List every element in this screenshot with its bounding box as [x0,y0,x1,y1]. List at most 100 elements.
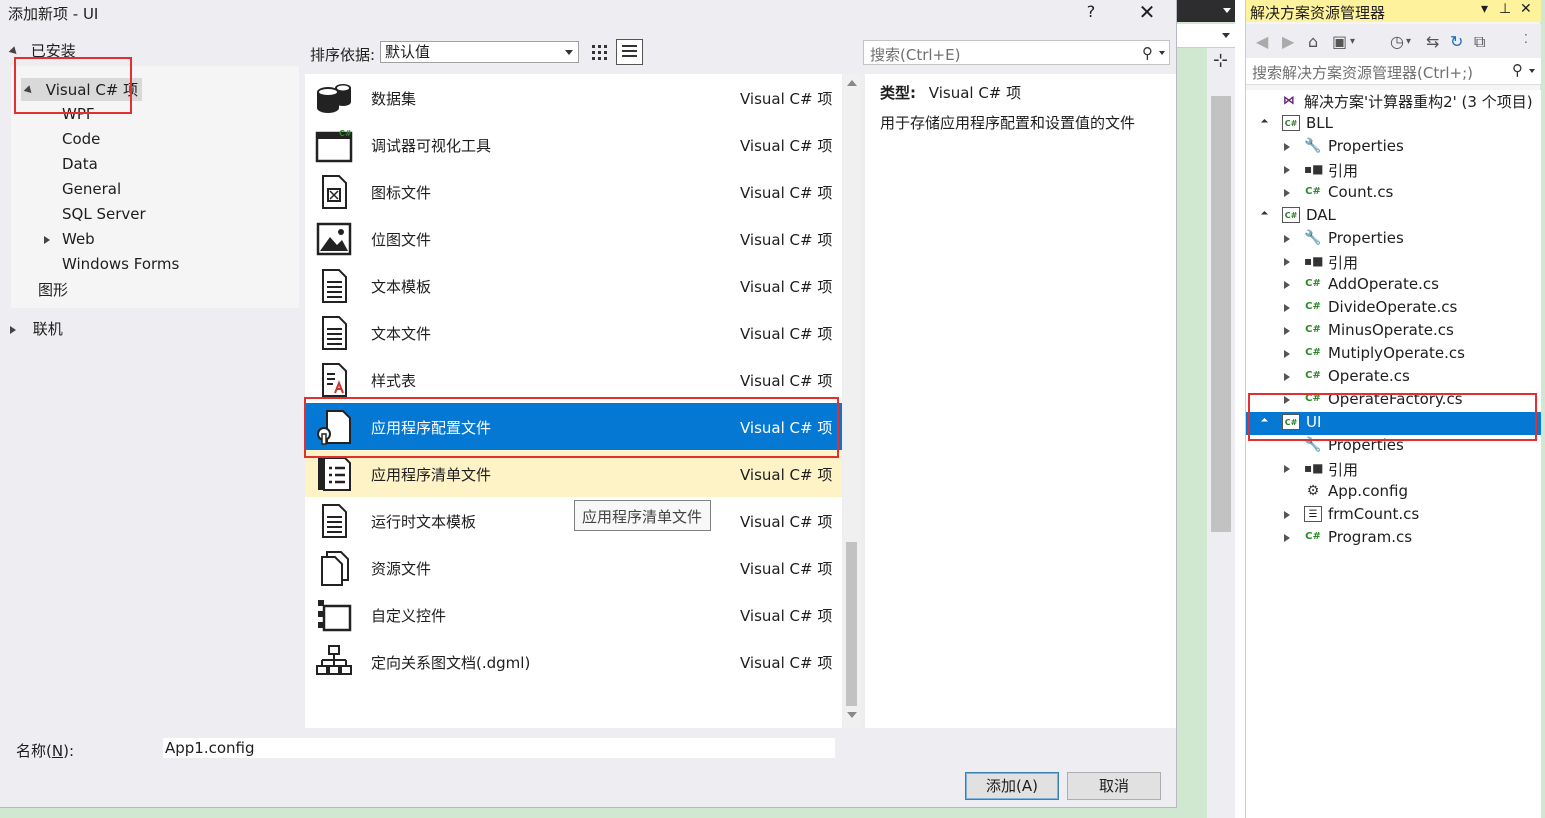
pending-changes-icon[interactable]: ◷ [1390,32,1404,51]
tree-node[interactable]: ▪■ 引用 [1246,251,1541,274]
search-icon[interactable]: ⚲ [1512,61,1523,79]
scroll-up-icon[interactable] [847,80,857,86]
list-item-dgml[interactable]: 定向关系图文档(.dgml) Visual C# 项 [305,638,842,685]
list-item-text-file[interactable]: 文本文件 Visual C# 项 [305,309,842,356]
expand-arrow-icon[interactable] [23,85,35,96]
list-item-dataset[interactable]: 数据集 Visual C# 项 [305,74,842,121]
pane-divider[interactable] [1235,0,1245,818]
scroll-down-icon[interactable] [847,712,857,718]
expand-arrow-icon[interactable] [8,46,20,57]
tree-item-code[interactable]: Code [62,130,100,148]
refresh-icon[interactable]: ↻ [1450,32,1463,51]
tree-item-online[interactable]: 联机 [10,318,63,339]
tree-node[interactable]: ☰ frmCount.cs [1246,504,1541,527]
collapse-arrow-icon[interactable] [1260,210,1269,219]
forward-icon[interactable]: ▶ [1282,32,1294,51]
list-item-debugger-visualizer[interactable]: C# 调试器可视化工具 Visual C# 项 [305,121,842,168]
template-list-scrollbar[interactable] [843,74,861,728]
expand-arrow-icon[interactable] [1284,304,1290,312]
tree-item-graphics[interactable]: 图形 [38,279,68,300]
more-icon[interactable]: ⁚ [1524,32,1528,46]
list-view-button[interactable] [616,39,643,65]
list-item-custom-control[interactable]: 自定义控件 Visual C# 项 [305,591,842,638]
collapse-arrow-icon[interactable] [1260,118,1269,127]
template-search-input[interactable]: 搜索(Ctrl+E) ⚲ [863,40,1170,65]
expand-arrow-icon[interactable] [1284,350,1290,358]
expand-arrow-icon[interactable] [1284,465,1290,473]
tree-node[interactable]: ⋈ 解决方案'计算器重构2' (3 个项目) [1246,90,1541,113]
expand-arrow-icon[interactable] [1284,166,1290,174]
grid-view-button[interactable] [588,41,610,63]
chevron-down-icon[interactable] [1222,33,1230,38]
tree-item-wpf[interactable]: WPF [62,105,95,123]
name-field[interactable] [163,738,835,758]
list-item-icon-file[interactable]: 图标文件 Visual C# 项 [305,168,842,215]
expand-arrow-icon[interactable] [1284,327,1290,335]
expand-arrow-icon[interactable] [1284,235,1290,243]
tree-node[interactable]: ▪■ 引用 [1246,159,1541,182]
tree-node[interactable]: C# AddOperate.cs [1246,274,1541,297]
tree-node[interactable]: C# DAL [1246,205,1541,228]
home-icon[interactable]: ⌂ [1308,32,1318,51]
tree-node[interactable]: C# Operate.cs [1246,366,1541,389]
list-item-text-template[interactable]: 文本模板 Visual C# 项 [305,262,842,309]
expand-arrow-icon[interactable] [1284,143,1290,151]
list-item-stylesheet[interactable]: 样式表 Visual C# 项 [305,356,842,403]
list-item-app-config[interactable]: 应用程序配置文件 Visual C# 项 [305,403,842,450]
split-icon[interactable]: ⊹ [1213,50,1228,71]
pin-icon[interactable]: ⊥ [1499,1,1511,17]
back-icon[interactable]: ◀ [1256,32,1268,51]
tree-node[interactable]: 🔧 Properties [1246,228,1541,251]
tree-item-visual-csharp[interactable]: Visual C# 项 [21,78,143,101]
tree-node[interactable]: 🔧 Properties [1246,435,1541,458]
window-menu-icon[interactable]: ▾ [1481,1,1488,17]
expand-arrow-icon[interactable] [1284,281,1290,289]
solution-search-input[interactable]: 搜索解决方案资源管理器(Ctrl+;) ⚲ [1246,58,1541,85]
cancel-button[interactable]: 取消 [1067,772,1161,800]
member-dropdown[interactable] [1177,24,1235,48]
expand-arrow-icon[interactable] [1284,189,1290,197]
chevron-down-icon[interactable] [1529,69,1535,73]
list-item-app-manifest[interactable]: 应用程序清单文件 Visual C# 项 [305,450,842,497]
tree-node[interactable]: 🔧 Properties [1246,136,1541,159]
sort-dropdown[interactable]: 默认值 [380,41,579,63]
expand-arrow-icon[interactable] [1284,396,1290,404]
help-button[interactable]: ? [1082,2,1100,21]
expand-arrow-icon[interactable] [44,236,50,244]
tree-item-data[interactable]: Data [62,155,98,173]
close-icon[interactable]: ✕ [1520,1,1532,17]
tree-item-windows-forms[interactable]: Windows Forms [62,255,179,273]
editor-scrollbar[interactable]: ⊹ [1207,48,1235,818]
expand-arrow-icon[interactable] [10,325,16,334]
expand-arrow-icon[interactable] [1284,511,1290,519]
expand-arrow-icon[interactable] [1284,373,1290,381]
tree-node[interactable]: C# MinusOperate.cs [1246,320,1541,343]
sync-icon[interactable]: ⇆ [1426,32,1439,51]
tree-node[interactable]: C# Count.cs [1246,182,1541,205]
chevron-down-icon[interactable] [1223,8,1231,13]
search-icon[interactable]: ⚲ [1142,44,1153,62]
tree-node[interactable]: C# DivideOperate.cs [1246,297,1541,320]
tree-node[interactable]: ▪■ 引用 [1246,458,1541,481]
tree-item-sql-server[interactable]: SQL Server [62,205,146,223]
tree-item-web[interactable]: Web [62,230,95,248]
list-item-bitmap[interactable]: 位图文件 Visual C# 项 [305,215,842,262]
collapse-all-icon[interactable]: ⧉ [1474,32,1485,52]
switch-views-icon[interactable]: ▣ [1332,32,1347,51]
collapse-arrow-icon[interactable] [1260,417,1269,426]
expand-arrow-icon[interactable] [1284,534,1290,542]
chevron-down-icon[interactable]: ▾ [1406,36,1411,47]
expand-arrow-icon[interactable] [1284,258,1290,266]
tree-item-installed[interactable]: 已安装 [8,40,76,61]
scrollbar-thumb[interactable] [1211,96,1231,532]
tree-item-general[interactable]: General [62,180,121,198]
tree-node[interactable]: C# OperateFactory.cs [1246,389,1541,412]
tree-node[interactable]: ⚙ App.config [1246,481,1541,504]
close-button[interactable]: ✕ [1136,0,1158,24]
list-item-resource-file[interactable]: 资源文件 Visual C# 项 [305,544,842,591]
chevron-down-icon[interactable] [1159,51,1165,55]
scrollbar-thumb[interactable] [846,542,857,706]
tree-node[interactable]: C# UI [1246,412,1541,435]
tree-node[interactable]: C# MutiplyOperate.cs [1246,343,1541,366]
tree-node[interactable]: C# Program.cs [1246,527,1541,550]
